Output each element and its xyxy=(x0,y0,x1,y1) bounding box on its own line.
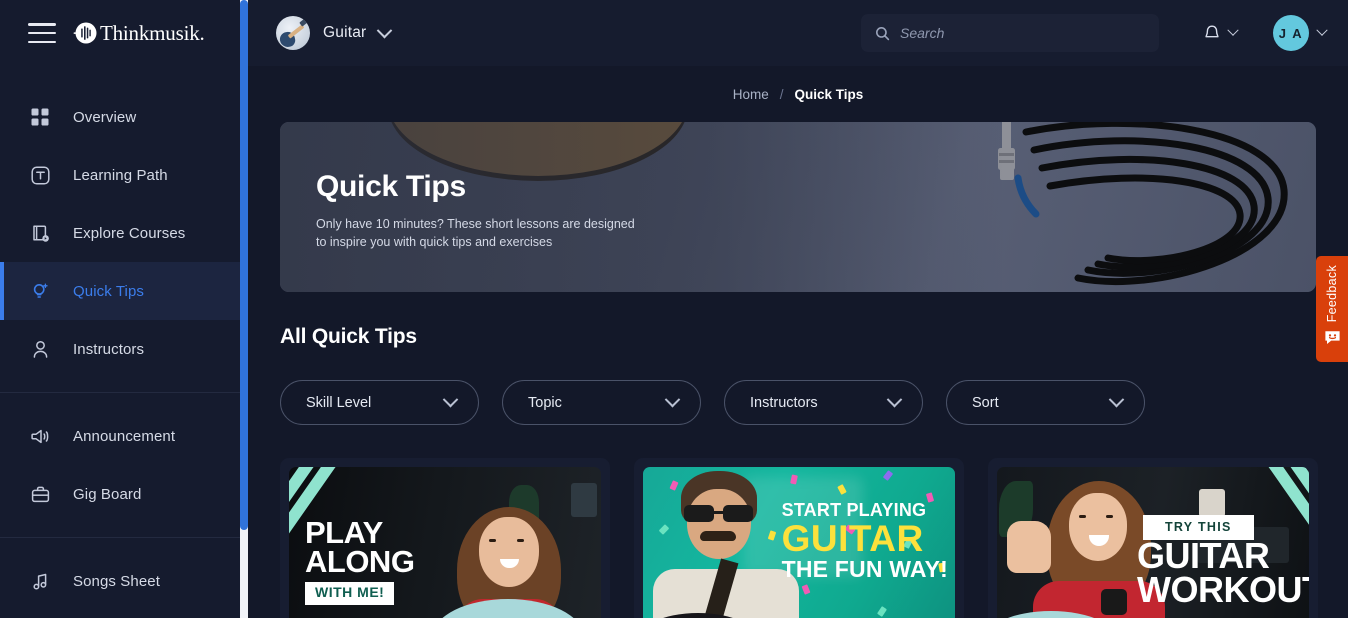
sidebar-item-learning-path[interactable]: Learning Path xyxy=(0,146,240,204)
sidebar-item-gig-board[interactable]: Gig Board xyxy=(0,465,240,523)
hero-banner: Quick Tips Only have 10 minutes? These s… xyxy=(280,122,1316,292)
search-box[interactable] xyxy=(861,14,1159,52)
thinkmusik-waveform-logo-icon xyxy=(73,20,99,46)
sidebar-item-label: Instructors xyxy=(73,340,145,358)
lightbulb-icon xyxy=(29,280,51,302)
sidebar: Thinkmusik. Overview Learning Path Explo… xyxy=(0,0,240,618)
bell-icon xyxy=(1203,24,1221,43)
search-input[interactable] xyxy=(900,25,1145,41)
filter-instructors[interactable]: Instructors xyxy=(724,380,923,425)
card-thumbnail-text: PLAY ALONG WITH ME! xyxy=(305,517,415,605)
sidebar-item-my-list[interactable]: My List xyxy=(0,610,240,618)
card-thumbnail: PLAY ALONG WITH ME! xyxy=(289,467,601,618)
path-icon xyxy=(29,164,51,186)
sidebar-item-label: Explore Courses xyxy=(73,224,186,242)
guitar-avatar-icon xyxy=(276,16,310,50)
hero-subtitle: Only have 10 minutes? These short lesson… xyxy=(316,217,635,250)
sidebar-item-label: Learning Path xyxy=(73,166,168,184)
filter-label: Topic xyxy=(528,394,562,411)
quick-tip-card[interactable]: PLAY ALONG WITH ME! xyxy=(280,458,610,618)
filter-topic[interactable]: Topic xyxy=(502,380,701,425)
sidebar-brand: Thinkmusik. xyxy=(0,0,240,66)
megaphone-icon xyxy=(29,425,51,447)
brand-logo[interactable]: Thinkmusik. xyxy=(73,20,205,46)
card-thumbnail: START PLAYING GUITAR THE FUN WAY! xyxy=(643,467,955,618)
sidebar-item-instructors[interactable]: Instructors xyxy=(0,320,240,378)
thumbnail-line1: START PLAYING xyxy=(781,500,927,520)
brand-name: Thinkmusik. xyxy=(100,20,205,45)
sidebar-item-label: Announcement xyxy=(73,427,176,445)
filter-sort[interactable]: Sort xyxy=(946,380,1145,425)
sidebar-group-main: Overview Learning Path Explore Courses Q… xyxy=(0,80,240,386)
sidebar-item-label: Quick Tips xyxy=(73,282,145,300)
sidebar-item-label: Gig Board xyxy=(73,485,142,503)
feedback-tab[interactable]: Feedback xyxy=(1316,256,1348,362)
user-icon xyxy=(29,338,51,360)
course-name: Guitar xyxy=(323,24,367,41)
sidebar-group-community: Announcement Gig Board xyxy=(0,399,240,531)
grid-icon xyxy=(29,106,51,128)
sidebar-item-overview[interactable]: Overview xyxy=(0,88,240,146)
page-title: All Quick Tips xyxy=(280,325,417,348)
chevron-down-icon xyxy=(1108,391,1125,408)
card-thumbnail: TRY THIS GUITAR WORKOUT xyxy=(997,467,1309,618)
quick-tip-card[interactable]: START PLAYING GUITAR THE FUN WAY! xyxy=(634,458,964,618)
hamburger-menu-icon[interactable] xyxy=(28,23,56,43)
notifications-button[interactable] xyxy=(1203,24,1239,43)
smiley-feedback-icon xyxy=(1324,330,1341,345)
chevron-down-icon xyxy=(377,22,393,38)
filter-label: Instructors xyxy=(750,394,818,411)
thumbnail-line3: WORKOUT xyxy=(1137,569,1309,610)
breadcrumb-home[interactable]: Home xyxy=(733,87,769,102)
filter-label: Skill Level xyxy=(306,394,372,411)
avatar: J A xyxy=(1273,15,1309,51)
book-play-icon xyxy=(29,222,51,244)
sidebar-group-library: Songs Sheet My List xyxy=(0,544,240,618)
sidebar-item-announcement[interactable]: Announcement xyxy=(0,407,240,465)
sidebar-item-label: Songs Sheet xyxy=(73,572,160,590)
course-selector[interactable]: Guitar xyxy=(276,16,393,50)
account-menu[interactable]: J A xyxy=(1273,15,1328,51)
breadcrumb-separator: / xyxy=(779,86,784,102)
sidebar-item-quick-tips[interactable]: Quick Tips xyxy=(0,262,240,320)
chevron-down-icon xyxy=(1227,24,1239,36)
filter-bar: Skill Level Topic Instructors Sort xyxy=(280,380,1348,425)
chevron-down-icon xyxy=(886,391,903,408)
quick-tip-card[interactable]: TRY THIS GUITAR WORKOUT xyxy=(988,458,1318,618)
thumbnail-line2: GUITAR xyxy=(781,518,924,559)
breadcrumb-current: Quick Tips xyxy=(794,86,864,102)
filter-label: Sort xyxy=(972,394,999,411)
main-content: Guitar Search J A Home / Quick Tips Quic… xyxy=(248,0,1348,618)
topbar: Guitar Search J A xyxy=(248,0,1348,66)
sidebar-divider xyxy=(0,392,240,393)
chevron-down-icon xyxy=(442,391,459,408)
card-thumbnail-text: START PLAYING GUITAR THE FUN WAY! xyxy=(782,501,948,581)
chevron-down-icon xyxy=(664,391,681,408)
thumbnail-line3: WITH ME! xyxy=(315,583,385,600)
app-root: Thinkmusik. Overview Learning Path Explo… xyxy=(0,0,1348,618)
breadcrumb: Home / Quick Tips xyxy=(248,66,1348,122)
sidebar-item-explore-courses[interactable]: Explore Courses xyxy=(0,204,240,262)
thumbnail-line3: THE FUN WAY! xyxy=(781,555,948,582)
hero-text: Quick Tips Only have 10 minutes? These s… xyxy=(316,170,646,251)
sidebar-item-songs-sheet[interactable]: Songs Sheet xyxy=(0,552,240,610)
chevron-down-icon xyxy=(1316,24,1328,36)
sidebar-nav: Overview Learning Path Explore Courses Q… xyxy=(0,66,240,618)
hero-title: Quick Tips xyxy=(316,170,466,203)
scrollbar-thumb[interactable] xyxy=(240,0,248,530)
filter-skill-level[interactable]: Skill Level xyxy=(280,380,479,425)
music-note-icon xyxy=(29,570,51,592)
feedback-label: Feedback xyxy=(1325,265,1339,323)
page-scrollbar[interactable] xyxy=(240,0,248,618)
thumbnail-line1: TRY THIS xyxy=(1165,520,1232,534)
search-icon xyxy=(875,26,890,41)
sidebar-divider xyxy=(0,537,240,538)
thumbnail-line2: ALONG xyxy=(305,543,415,579)
sidebar-item-label: Overview xyxy=(73,108,137,126)
quick-tips-grid: PLAY ALONG WITH ME! START PLAYING GUITAR… xyxy=(280,458,1348,618)
briefcase-icon xyxy=(29,483,51,505)
